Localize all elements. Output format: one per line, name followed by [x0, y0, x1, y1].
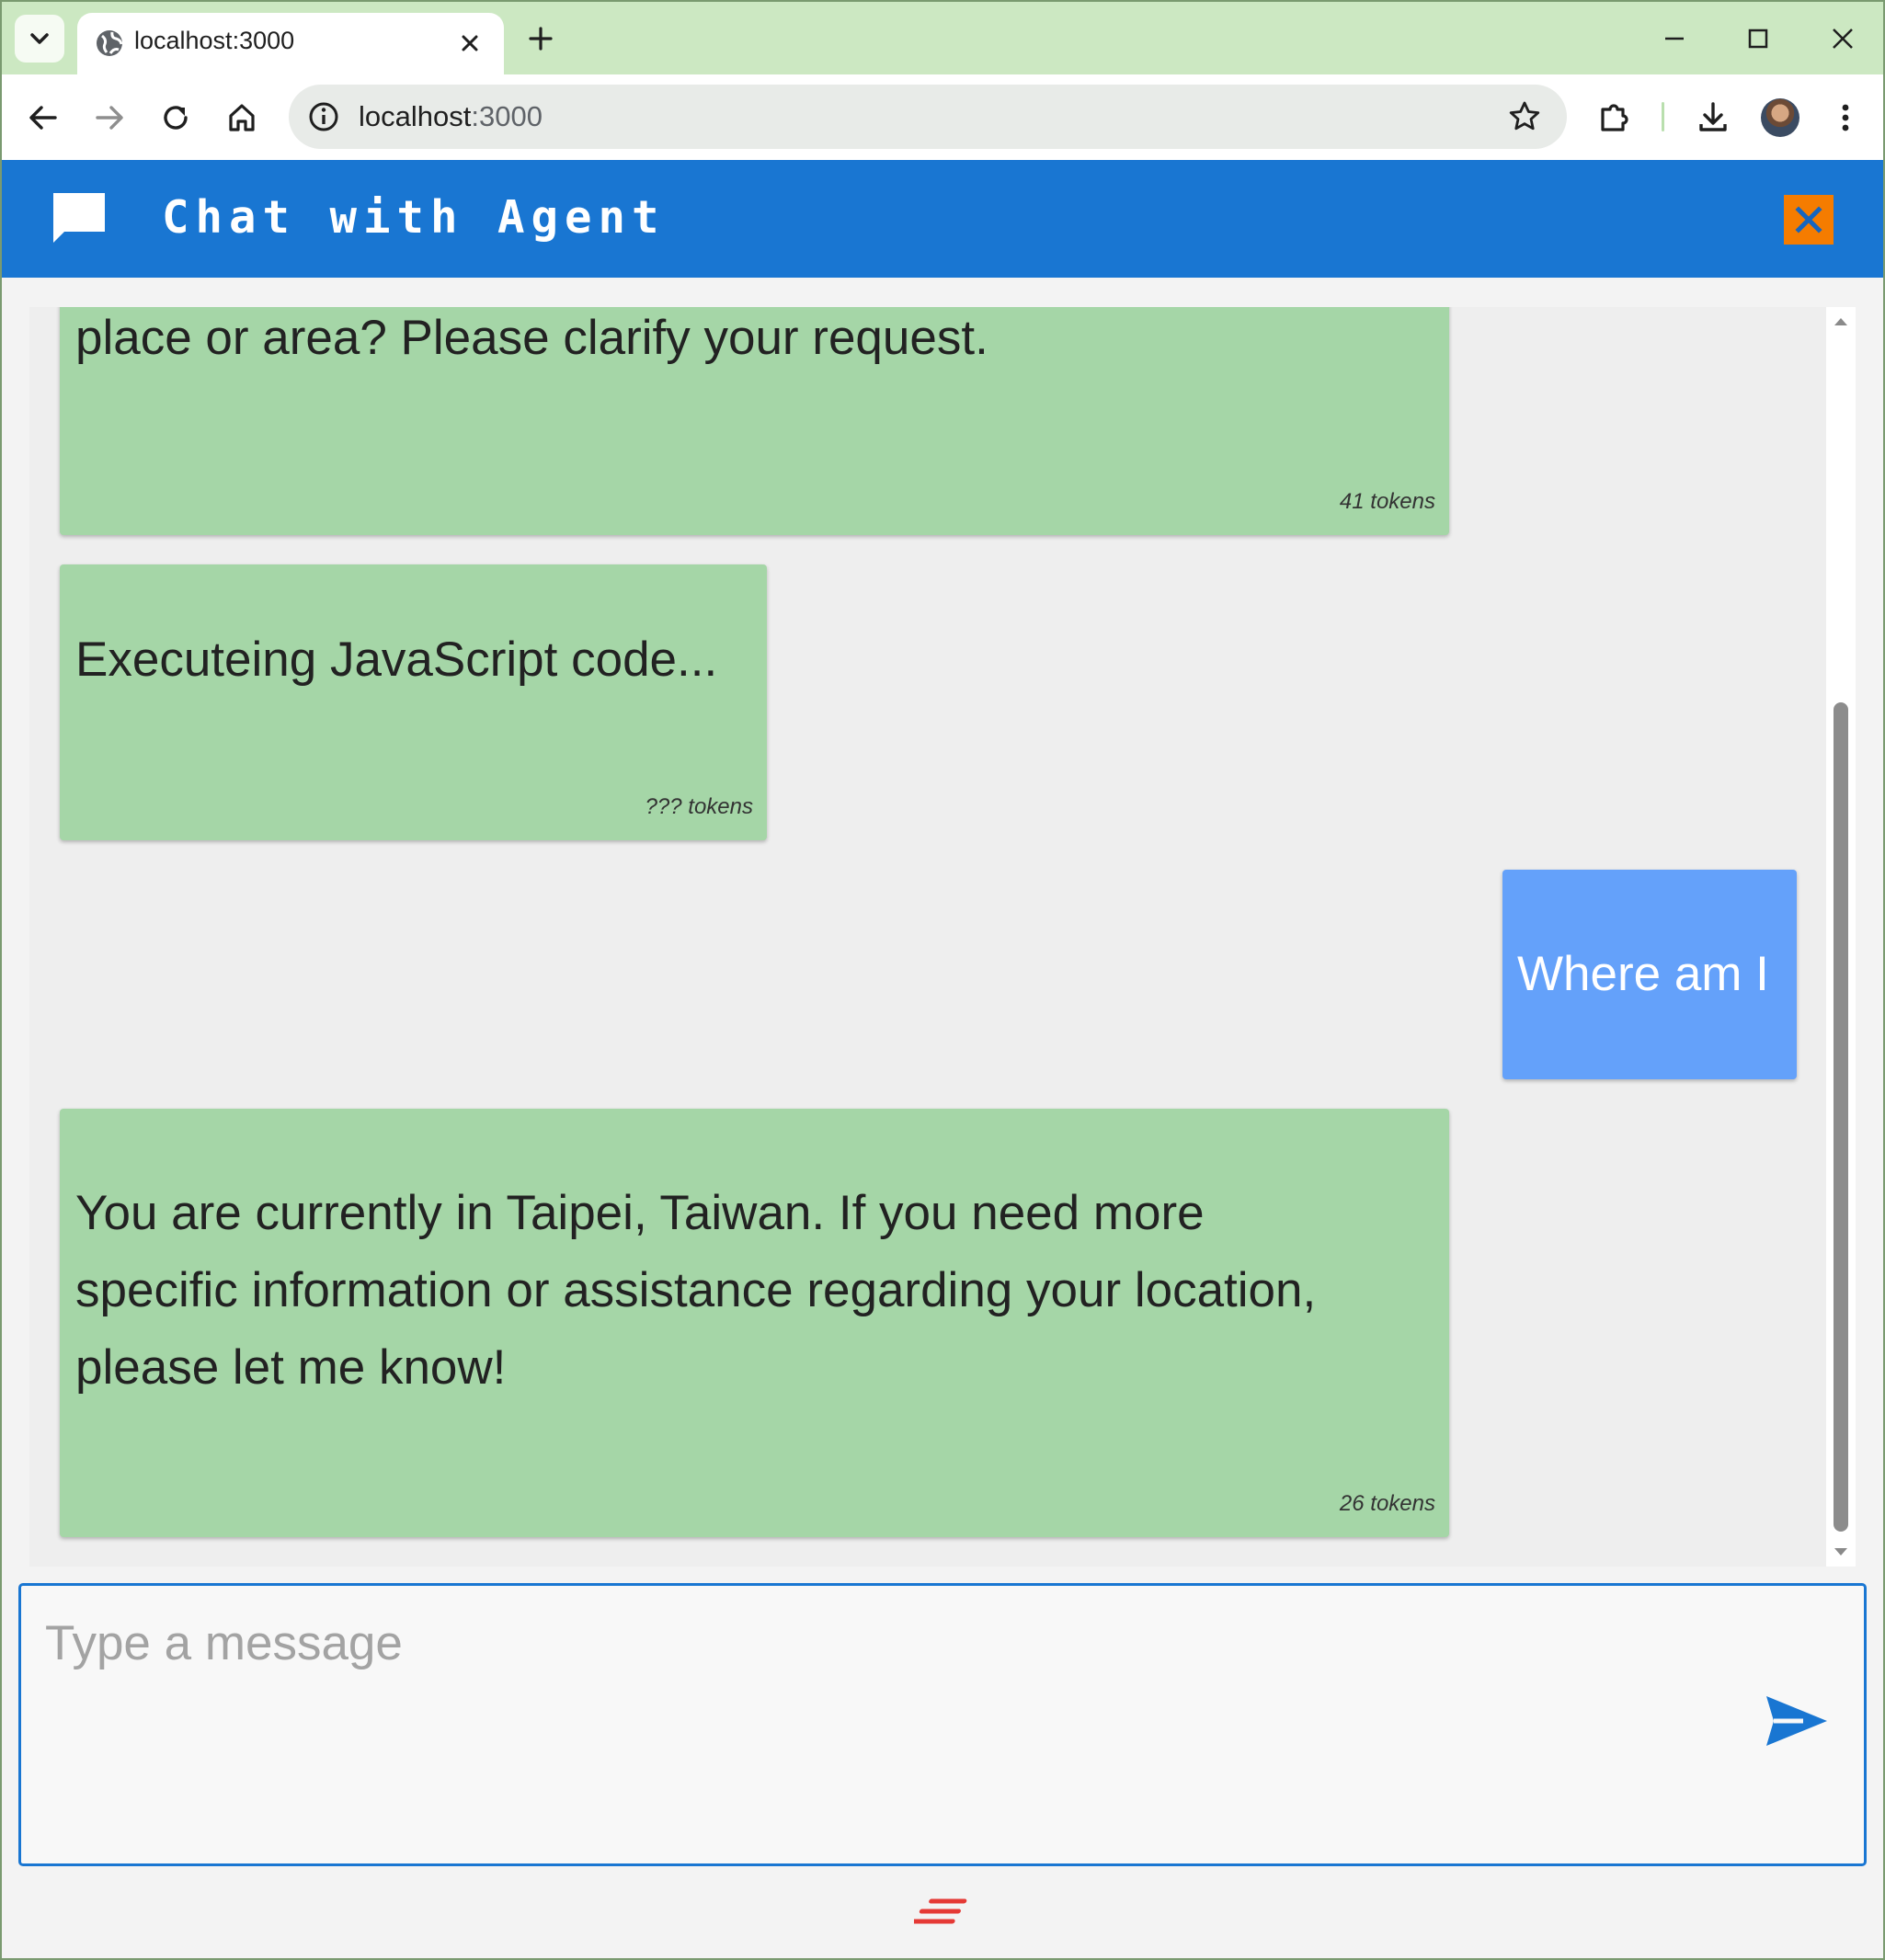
scrollbar-thumb[interactable]	[1834, 702, 1848, 1532]
url-host: localhost	[359, 100, 472, 132]
message-input[interactable]	[45, 1606, 1755, 1680]
puzzle-icon[interactable]	[1594, 97, 1636, 139]
plus-icon[interactable]	[522, 20, 559, 57]
close-chat-button[interactable]	[1784, 195, 1834, 245]
star-icon[interactable]	[1506, 98, 1543, 135]
url-port: :3000	[471, 100, 543, 132]
close-icon[interactable]	[456, 29, 484, 57]
maximize-icon[interactable]	[1738, 18, 1778, 59]
message-composer	[18, 1583, 1867, 1866]
message-text: Executeing JavaScript code...	[75, 632, 718, 687]
url-text[interactable]: localhost:3000	[359, 100, 543, 133]
message-text: Where am I	[1517, 947, 1769, 1001]
stripes-logo-icon	[914, 1898, 967, 1924]
browser-tab-active[interactable]: localhost:3000	[77, 13, 504, 76]
home-icon[interactable]	[221, 97, 263, 139]
token-count: 41 tokens	[1339, 489, 1435, 514]
message-list[interactable]: place or area? Please clarify your reque…	[29, 307, 1828, 1567]
kebab-menu-icon[interactable]	[1824, 97, 1867, 139]
chevron-down-icon	[30, 33, 49, 44]
browser-toolbar: localhost:3000	[0, 74, 1885, 160]
agent-message: place or area? Please clarify your reque…	[60, 307, 1449, 535]
arrow-right-icon[interactable]	[88, 97, 131, 139]
window-close-icon[interactable]	[1822, 18, 1863, 59]
message-text: You are currently in Taipei, Taiwan. If …	[75, 1175, 1316, 1407]
message-line: please let me know!	[75, 1340, 507, 1395]
tab-search-button[interactable]	[15, 15, 64, 63]
arrow-left-icon[interactable]	[22, 97, 64, 139]
close-icon	[1795, 206, 1822, 234]
toolbar-separator	[1662, 102, 1664, 131]
globe-icon	[97, 30, 123, 56]
scroll-down-arrow-icon[interactable]	[1833, 1546, 1849, 1559]
info-icon[interactable]	[305, 98, 342, 135]
user-message: Where am I	[1502, 870, 1797, 1079]
download-icon[interactable]	[1692, 97, 1734, 139]
token-count: 26 tokens	[1339, 1491, 1435, 1516]
reload-icon[interactable]	[154, 97, 197, 139]
address-bar[interactable]: localhost:3000	[289, 85, 1567, 149]
agent-message: You are currently in Taipei, Taiwan. If …	[60, 1109, 1449, 1537]
profile-avatar[interactable]	[1761, 98, 1799, 137]
minimize-icon[interactable]	[1654, 18, 1695, 59]
message-line: specific information or assistance regar…	[75, 1263, 1317, 1317]
app-header: Chat with Agent	[0, 160, 1885, 278]
send-icon[interactable]	[1763, 1692, 1831, 1749]
chat-bubble-icon	[53, 193, 105, 243]
token-count: ??? tokens	[645, 794, 753, 819]
browser-tab-strip: localhost:3000	[0, 0, 1885, 76]
message-line: You are currently in Taipei, Taiwan. If …	[75, 1186, 1205, 1240]
agent-message: Executeing JavaScript code... ??? tokens	[60, 564, 767, 840]
app-title: Chat with Agent	[162, 191, 666, 244]
scroll-up-arrow-icon[interactable]	[1833, 314, 1849, 327]
message-text: place or area? Please clarify your reque…	[75, 311, 988, 365]
tab-title: localhost:3000	[134, 27, 295, 54]
message-scrollbar[interactable]	[1826, 307, 1856, 1567]
